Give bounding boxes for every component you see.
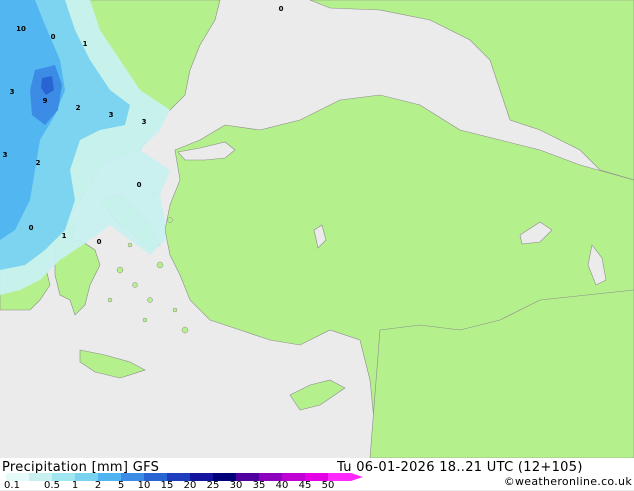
precip-value-label: 0 (137, 181, 142, 189)
precip-value-label: 0 (279, 5, 284, 13)
precip-value-label: 1 (62, 232, 67, 240)
legend-tick-label: 45 (298, 480, 312, 491)
precip-value-label: 10 (16, 25, 26, 33)
legend-tick-label: 30 (229, 480, 243, 491)
precip-value-label: 2 (36, 159, 41, 167)
precip-value-label: 3 (10, 88, 15, 96)
legend-tick-label: 1 (71, 480, 79, 491)
precip-value-label: 0 (97, 238, 102, 246)
legend-tick-label: 25 (206, 480, 220, 491)
legend-arrow (351, 473, 363, 481)
credit-link[interactable]: ©weatheronline.co.uk (504, 475, 632, 488)
legend-tick-label: 35 (252, 480, 266, 491)
precipitation-map: 10 0 1 0 3 9 2 3 3 3 2 0 0 1 0 (0, 0, 634, 459)
legend-tick-label: 50 (321, 480, 335, 491)
map-canvas: 1001039233320010 (0, 0, 634, 459)
precip-value-label: 2 (76, 104, 81, 112)
precip-value-label: 0 (29, 224, 34, 232)
precip-value-label: 3 (3, 151, 8, 159)
precip-value-label: 0 (51, 33, 56, 41)
map-datetime: Tu 06-01-2026 18..21 UTC (12+105) (337, 460, 583, 475)
precip-value-label: 3 (109, 111, 114, 119)
legend-tick-label: 0.5 (44, 480, 60, 491)
legend-tick-label: 15 (160, 480, 174, 491)
legend-tick-label: 20 (183, 480, 197, 491)
legend-tick-label: 10 (137, 480, 151, 491)
precip-value-label: 1 (83, 40, 88, 48)
legend-tick-label: 5 (117, 480, 125, 491)
legend-tick-label: 0.1 (4, 480, 20, 491)
legend-tick-label: 2 (94, 480, 102, 491)
precip-value-label: 3 (142, 118, 147, 126)
legend-tick-label: 40 (275, 480, 289, 491)
precip-value-label: 9 (43, 97, 48, 105)
